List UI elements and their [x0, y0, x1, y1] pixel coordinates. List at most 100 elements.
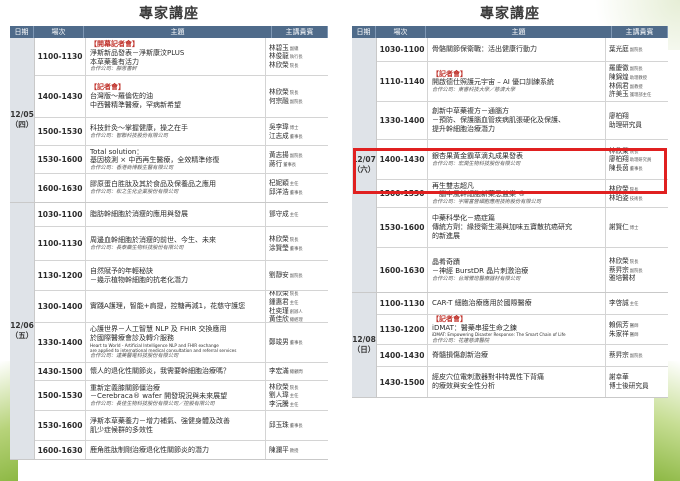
- speaker: 羅慶徽副院長: [609, 64, 665, 73]
- schedule-body: 12/05 （四） 1100-1130 【開幕記者會】 淨斯新品發表－淨斯康汶PLUS 本…: [10, 38, 328, 460]
- speaker-name: 劉人瑋: [269, 391, 289, 400]
- session-time: 1500-1530: [35, 381, 86, 410]
- header-speaker: 主講貴賓: [612, 26, 668, 38]
- speaker-name: 吳李瑋: [269, 122, 289, 131]
- partner-company: 合作公司：東睿科技大學／慈濟大學: [432, 87, 516, 93]
- speaker-name: 劉靜安: [269, 271, 289, 280]
- weekday-text: （五）: [10, 331, 34, 340]
- speaker-role: 主任: [289, 182, 299, 188]
- partner-company: 合作公司：長佳生物科技股份有限公司／控股有限公司: [90, 401, 215, 407]
- speaker: 鄧守成主任: [269, 210, 325, 219]
- session-topic: 脂肪幹細胞於消瘦的應用與發展: [86, 203, 266, 226]
- speaker-role: 院長: [289, 63, 299, 69]
- topic-line: 提升幹細胞治療潛力: [432, 124, 495, 133]
- speaker: 劉靜安副院長: [269, 271, 325, 280]
- topic-line: 周邊血幹細胞於消瘦的前世、今生、未來: [90, 235, 216, 244]
- partner-company: 合作公司：松之生化企業股份有限公司: [90, 189, 179, 196]
- speaker-role: 護理部主任: [629, 93, 652, 99]
- speaker: 黃佳欣總經理: [269, 315, 325, 322]
- table-header: 日期 場次 主題 主講貴賓: [352, 26, 668, 38]
- header-topic: 主題: [426, 26, 612, 38]
- speaker-role: 創辦人: [289, 309, 303, 315]
- speaker-list: 羅慶徽副院長 陳錦煌助理教授 林佩君副教授 許美玉護理部主任: [606, 62, 668, 101]
- session-row: 1500-1530 科技針灸～掌握健康，操之在手 合作公司：智聯科技股份有限公司 吳李…: [35, 118, 328, 146]
- speaker-list: 黃志揚副院長 蔣行董事長: [266, 146, 328, 173]
- speaker-list: 鄭竣男董事長: [266, 323, 328, 362]
- speaker-role: 教授: [289, 448, 299, 454]
- speaker-role: 主任: [629, 302, 639, 308]
- speaker-role: 董事長: [289, 424, 303, 430]
- session-topic: 晶肴奇蹟 －神經 BurstDR 晶片刺激治療 合作公司：台灣雅培醫療器材有限公司: [428, 248, 606, 292]
- speaker: 李沅騰主任: [269, 400, 325, 409]
- session-topic: 【記者會】 台灣版～羅倫佐的油 中西醫精準醫療，罕病新希望: [86, 76, 266, 117]
- speaker-role: 副院長: [629, 67, 643, 73]
- speaker-name: 鍾惠君: [269, 297, 289, 306]
- table-header: 日期 場次 主題 主講貴賓: [10, 26, 328, 38]
- speaker: 蔣行董事長: [269, 160, 325, 169]
- session-row: 1500-1530 重新定義膝關節僵治療 －Cerebraca® wafer 開發現…: [35, 381, 328, 411]
- date-cell: 12/06 （五）: [10, 203, 35, 459]
- topic-line: 科技針灸～掌握健康，操之在手: [90, 123, 188, 132]
- topic-line: 實踐A護理，智能+肩提，控糖再減1，花慈守護您: [90, 302, 246, 311]
- speaker-name: 黃志揚: [269, 150, 289, 159]
- speaker: 涂賢瑩董事長: [269, 244, 325, 253]
- speaker-name: 涂賢瑩: [269, 243, 289, 252]
- session-row: 1600-1630 鹿角胜肽制剛治療退化性關節炎的潛力 陳瀾平教授: [35, 441, 328, 459]
- topic-line: 鹿角胜肽制剛治療退化性關節炎的潛力: [90, 445, 209, 454]
- press-conference-tag: 【記者會】: [432, 315, 467, 323]
- header-topic: 主題: [84, 26, 272, 38]
- speaker: 許美玉護理部主任: [609, 90, 665, 99]
- speaker-role: 醫師: [629, 323, 639, 329]
- speaker-name: 杜奕瑾: [269, 306, 289, 315]
- topic-line: 的新進展: [432, 231, 460, 240]
- topic-line: 脂肪幹細胞於消瘦的應用與發展: [90, 210, 188, 219]
- session-time: 1300-1400: [35, 291, 86, 322]
- speaker: 李宏滿總顧問: [269, 367, 325, 376]
- highlight-frame: [353, 148, 667, 194]
- speaker-role: 院長: [289, 90, 299, 96]
- session-time: 1130-1200: [35, 261, 86, 290]
- session-topic: 心護世界－人工智慧 NLP 及 FHIR 交換應用 於國際醫療會診及轉介服務 Hea…: [86, 323, 266, 362]
- topic-line: 台灣版～羅倫佐的油: [90, 92, 153, 101]
- session-row: 1030-1100 骨骼關節保衛戰：活出健康行動力 葉光庭副院長: [377, 38, 668, 62]
- session-row: 1030-1100 脂肪幹細胞於消瘦的應用與發展 鄧守成主任: [35, 203, 328, 227]
- speaker-name: 廖柏翔: [609, 111, 629, 120]
- speaker-list: 李宏滿總顧問: [266, 363, 328, 380]
- speaker-name: 江志成: [269, 131, 289, 140]
- date-cell: 12/08 （日）: [352, 293, 377, 397]
- session-row: 1400-1430 【記者會】 台灣版～羅倫佐的油 中西醫精準醫療，罕病新希望 林欣榮院…: [35, 76, 328, 118]
- schedule-body: 12/07 （六） 1030-1100 骨骼關節保衛戰：活出健康行動力 葉光庭副院長 11…: [352, 38, 668, 398]
- partner-company: 合作公司：靜思書軒: [90, 66, 137, 73]
- date-text: 12/05: [10, 110, 34, 119]
- session-row: 1330-1400 心護世界－人工智慧 NLP 及 FHIR 交換應用 於國際醫療會…: [35, 323, 328, 363]
- session-row: 1100-1130 CAR-T 細胞治療應用於國際醫療 李啓誠主任: [377, 293, 668, 315]
- speaker: 鍾惠君主任: [269, 298, 325, 307]
- speaker: 黃志揚副院長: [269, 151, 325, 160]
- session-row: 1300-1400 實踐A護理，智能+肩提，控糖再減1，花慈守護您 林欣榮院長 鍾惠君…: [35, 291, 328, 323]
- speaker: 林欣榮院長: [269, 383, 325, 392]
- session-time: 1330-1400: [377, 102, 428, 139]
- session-time: 1600-1630: [35, 174, 86, 202]
- press-conference-tag: 【開幕記者會】: [90, 40, 139, 49]
- session-row: 1600-1630 晶肴奇蹟 －神經 BurstDR 晶片刺激治療 合作公司：台灣雅培…: [377, 248, 668, 292]
- speaker: 劉人瑋主任: [269, 391, 325, 400]
- panel-title: 專家講座: [139, 6, 199, 22]
- topic-line: 骨骼關節保衛戰：活出健康行動力: [432, 45, 537, 54]
- speaker-role: 總顧問: [289, 370, 303, 376]
- topic-line: CAR-T 細胞治療應用於國際醫療: [432, 299, 532, 308]
- topic-line: －神經 BurstDR 晶片刺激治療: [432, 266, 529, 275]
- speaker-role: 主任: [289, 402, 299, 408]
- speaker: 林佩君副教授: [609, 82, 665, 91]
- topic-line: －幾示植物幹細胞的抗老化潛力: [90, 275, 188, 284]
- speaker-role: 副院長: [629, 48, 643, 54]
- speaker: 吳李瑋博士: [269, 123, 325, 132]
- speaker-name: 葉光庭: [609, 45, 629, 54]
- topic-line: 自然賦予的年輕秘訣: [90, 266, 153, 275]
- speaker-role: 董事長: [289, 341, 303, 347]
- header-date: 日期: [352, 26, 376, 38]
- header-slot: 場次: [34, 26, 84, 38]
- speaker-role: 主任: [289, 213, 299, 219]
- topic-line: 基因檢測 × 中西再生醫療，全效精準修復: [90, 156, 220, 165]
- topic-line: 創新中草藥複方－通腦方: [432, 107, 509, 116]
- press-conference-tag: 【記者會】: [432, 69, 467, 78]
